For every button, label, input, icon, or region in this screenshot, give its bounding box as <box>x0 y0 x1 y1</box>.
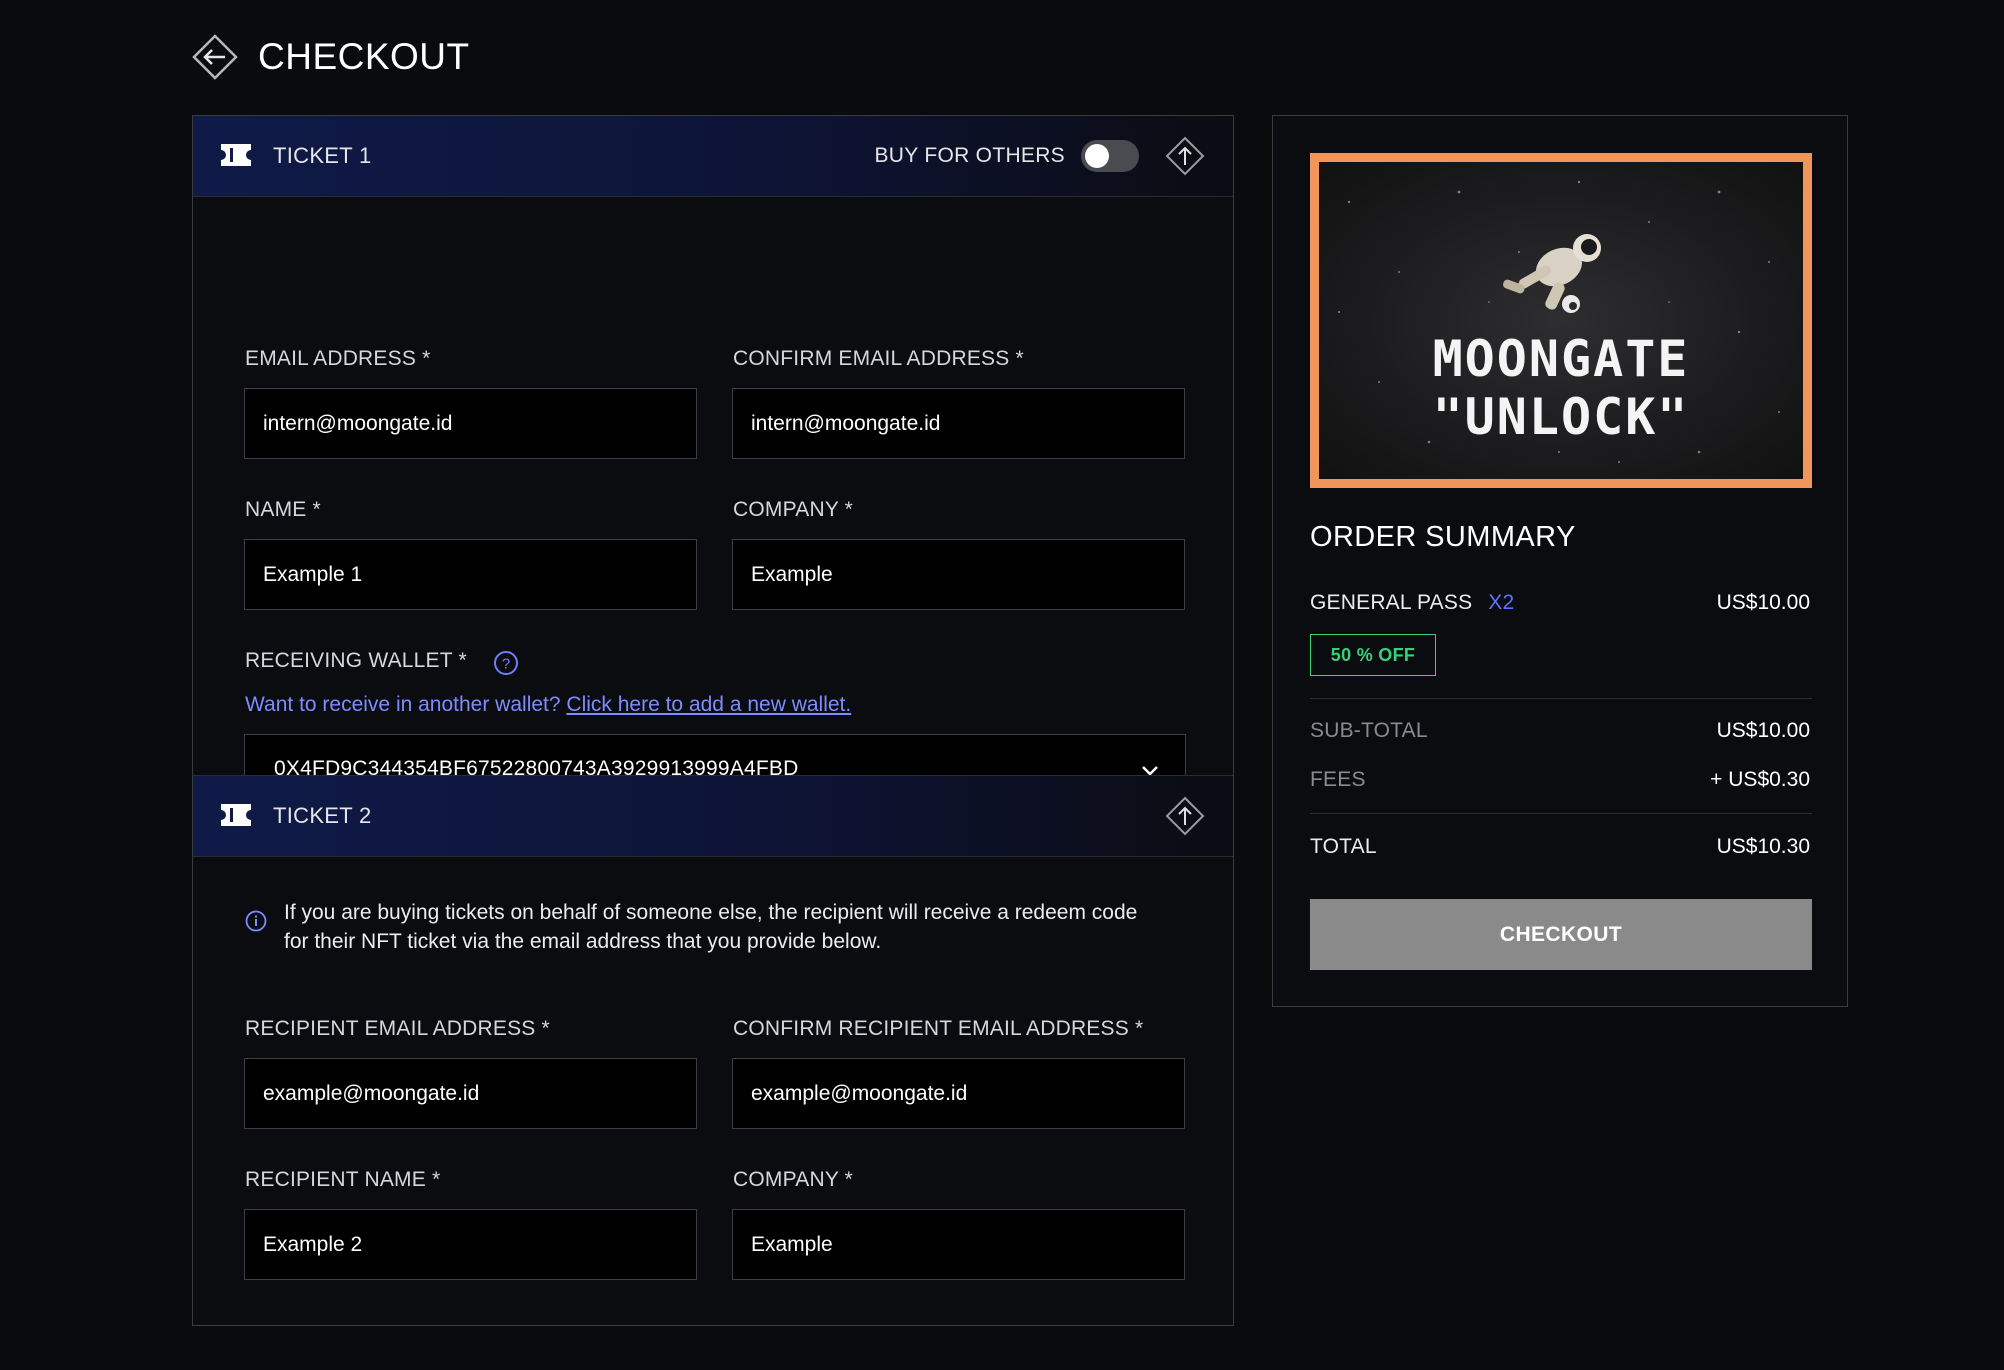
discount-badge: 50 % OFF <box>1310 634 1436 676</box>
subtotal-value: US$10.00 <box>1716 719 1810 742</box>
collapse-ticket-2-icon[interactable] <box>1165 796 1205 836</box>
ticket-1-form: EMAIL ADDRESS * CONFIRM EMAIL ADDRESS * … <box>193 197 1233 805</box>
name-label: NAME * <box>245 498 321 521</box>
wallet-note: Want to receive in another wallet? Click… <box>245 693 851 717</box>
email-label: EMAIL ADDRESS * <box>245 347 431 370</box>
fees-label: FEES <box>1310 768 1366 791</box>
recipient-name-field[interactable] <box>244 1209 697 1280</box>
event-banner-title: MOONGATE "UNLOCK" <box>1319 330 1803 446</box>
recipient-company-label: COMPANY * <box>733 1168 854 1191</box>
receiving-wallet-label: RECEIVING WALLET * <box>245 649 467 672</box>
recipient-email-field[interactable] <box>244 1058 697 1129</box>
item-label: GENERAL PASS <box>1310 591 1473 614</box>
order-summary-panel: MOONGATE "UNLOCK" ORDER SUMMARY GENERAL … <box>1272 115 1848 1007</box>
recipient-company-field[interactable] <box>732 1209 1185 1280</box>
divider <box>1310 813 1812 814</box>
page-title: CHECKOUT <box>258 36 470 77</box>
fees-value: + US$0.30 <box>1710 768 1810 791</box>
page-header: CHECKOUT <box>192 34 470 80</box>
buy-for-others-label: BUY FOR OTHERS <box>874 144 1065 167</box>
ticket-1-header[interactable]: TICKET 1 BUY FOR OTHERS <box>193 116 1233 197</box>
wallet-note-text: Want to receive in another wallet? <box>245 693 561 716</box>
item-row: GENERAL PASS X2 <box>1310 591 1514 615</box>
buy-for-others-info: If you are buying tickets on behalf of s… <box>284 898 1164 956</box>
total-label: TOTAL <box>1310 835 1377 858</box>
ticket-icon <box>221 804 251 826</box>
email-field[interactable] <box>244 388 697 459</box>
order-summary-title: ORDER SUMMARY <box>1310 521 1576 553</box>
toggle-knob <box>1085 144 1109 168</box>
item-price: US$10.00 <box>1716 591 1810 614</box>
info-line-1: If you are buying tickets on behalf of s… <box>284 901 1138 924</box>
recipient-email-label: RECIPIENT EMAIL ADDRESS * <box>245 1017 550 1040</box>
confirm-recipient-email-field[interactable] <box>732 1058 1185 1129</box>
divider <box>1310 698 1812 699</box>
question-circle-icon[interactable]: ? <box>493 650 519 676</box>
checkout-button[interactable]: CHECKOUT <box>1310 899 1812 970</box>
astronaut-illustration <box>1503 234 1601 313</box>
event-banner-line-2: "UNLOCK" <box>1432 388 1690 446</box>
tickets-panel: TICKET 1 BUY FOR OTHERS EMAIL ADDRESS * … <box>192 115 1234 1326</box>
company-label: COMPANY * <box>733 498 854 521</box>
subtotal-label: SUB-TOTAL <box>1310 719 1428 742</box>
name-field[interactable] <box>244 539 697 610</box>
event-banner-line-1: MOONGATE <box>1432 330 1690 388</box>
buy-for-others-toggle[interactable] <box>1081 140 1139 172</box>
ticket-icon <box>221 144 251 166</box>
collapse-ticket-1-icon[interactable] <box>1165 136 1205 176</box>
ticket-2-title: TICKET 2 <box>273 803 372 828</box>
item-quantity: X2 <box>1488 591 1515 614</box>
info-line-2: for their NFT ticket via the email addre… <box>284 930 882 953</box>
confirm-email-field[interactable] <box>732 388 1185 459</box>
total-value: US$10.30 <box>1716 835 1810 858</box>
ticket-2-header[interactable]: TICKET 2 <box>193 775 1233 857</box>
confirm-email-label: CONFIRM EMAIL ADDRESS * <box>733 347 1024 370</box>
ticket-2-form: If you are buying tickets on behalf of s… <box>193 857 1233 1327</box>
svg-text:?: ? <box>502 656 510 673</box>
ticket-1-title: TICKET 1 <box>273 143 372 168</box>
company-field[interactable] <box>732 539 1185 610</box>
info-circle-icon <box>245 910 267 932</box>
event-banner-image: MOONGATE "UNLOCK" <box>1310 153 1812 488</box>
confirm-recipient-email-label: CONFIRM RECIPIENT EMAIL ADDRESS * <box>733 1017 1144 1040</box>
back-arrow-icon[interactable] <box>192 34 238 80</box>
add-wallet-link[interactable]: Click here to add a new wallet. <box>566 693 851 716</box>
recipient-name-label: RECIPIENT NAME * <box>245 1168 441 1191</box>
